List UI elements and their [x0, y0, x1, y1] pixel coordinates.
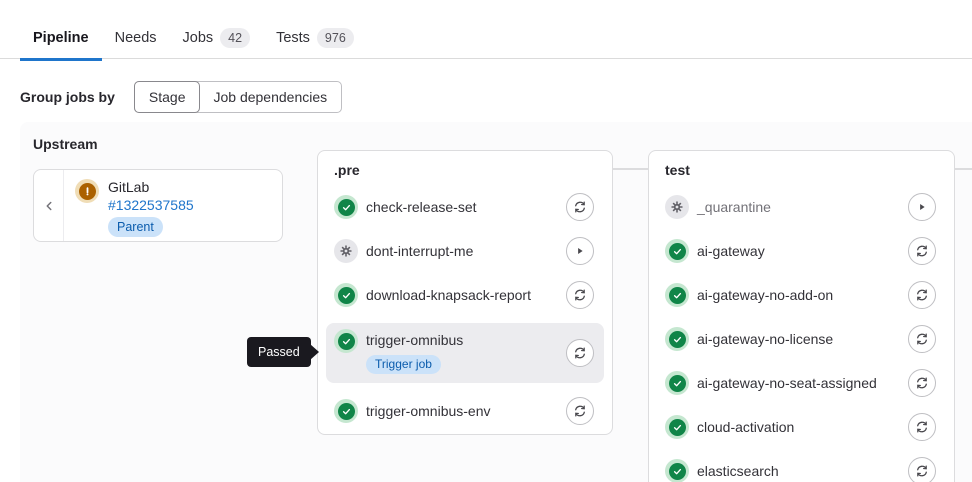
job-name-link[interactable]: check-release-set	[366, 197, 477, 217]
manual-status-icon	[334, 239, 358, 263]
retry-job-button[interactable]	[566, 193, 594, 221]
job-name-link[interactable]: ai-gateway	[697, 241, 765, 261]
job-name-link[interactable]: cloud-activation	[697, 417, 794, 437]
success-status-icon	[665, 283, 689, 307]
retry-job-button[interactable]	[908, 325, 936, 353]
retry-job-button[interactable]	[566, 281, 594, 309]
upstream-pipeline-link[interactable]: #1322537585	[108, 196, 194, 214]
job-name-link[interactable]: trigger-omnibus	[366, 330, 463, 350]
job-row-trigger-omnibus-env[interactable]: trigger-omnibus-env	[326, 395, 604, 427]
tooltip-text: Passed	[258, 345, 300, 359]
retry-job-button[interactable]	[908, 369, 936, 397]
retry-job-button[interactable]	[908, 457, 936, 482]
warning-status-icon	[75, 179, 99, 203]
success-status-icon	[665, 239, 689, 263]
job-name-link[interactable]: trigger-omnibus-env	[366, 401, 491, 421]
job-name-link[interactable]: _quarantine	[697, 197, 771, 217]
manual-status-icon	[665, 195, 689, 219]
success-status-icon	[665, 371, 689, 395]
retry-job-button[interactable]	[908, 281, 936, 309]
parent-badge: Parent	[108, 217, 163, 237]
job-row-ai-gateway-no-license[interactable]: ai-gateway-no-license	[657, 323, 946, 355]
tab-pipeline[interactable]: Pipeline	[20, 18, 102, 61]
job-row-cloud-activation[interactable]: cloud-activation	[657, 411, 946, 443]
tests-count-badge: 976	[317, 28, 354, 48]
upstream-section-title: Upstream	[33, 136, 98, 152]
play-job-button[interactable]	[566, 237, 594, 265]
job-row-dont-interrupt-me[interactable]: dont-interrupt-me	[326, 235, 604, 267]
retry-job-button[interactable]	[908, 237, 936, 265]
upstream-project-name: GitLab	[108, 179, 149, 195]
collapse-upstream-button[interactable]	[34, 170, 64, 241]
tab-needs[interactable]: Needs	[102, 18, 170, 61]
stage-connector-line	[613, 168, 648, 170]
group-by-dependencies-button[interactable]: Job dependencies	[199, 82, 341, 112]
group-by-segmented-control: Stage Job dependencies	[134, 81, 342, 113]
job-name-link[interactable]: elasticsearch	[697, 461, 779, 481]
stage-column-test: test _quarantine ai-gateway ai-gateway-no-…	[648, 150, 955, 482]
success-status-icon	[334, 195, 358, 219]
success-status-icon	[334, 329, 358, 353]
pipeline-tabs: Pipeline Needs Jobs 42 Tests 976	[20, 18, 367, 61]
retry-job-button[interactable]	[908, 413, 936, 441]
stage-column-pre: .pre check-release-set dont-interrupt-me d…	[317, 150, 613, 435]
job-name-link[interactable]: dont-interrupt-me	[366, 241, 473, 261]
job-name-link[interactable]: ai-gateway-no-license	[697, 329, 833, 349]
upstream-pipeline-card: GitLab #1322537585 Parent	[33, 169, 283, 242]
job-name-link[interactable]: ai-gateway-no-seat-assigned	[697, 373, 877, 393]
job-row-check-release-set[interactable]: check-release-set	[326, 191, 604, 223]
job-name-link[interactable]: download-knapsack-report	[366, 285, 531, 305]
job-row-elasticsearch[interactable]: elasticsearch	[657, 455, 946, 482]
group-jobs-row: Group jobs by Stage Job dependencies	[20, 80, 342, 114]
retry-job-button[interactable]	[566, 339, 594, 367]
tab-jobs[interactable]: Jobs 42	[170, 18, 264, 61]
play-job-button[interactable]	[908, 193, 936, 221]
tab-tests[interactable]: Tests 976	[263, 18, 367, 61]
job-status-tooltip: Passed	[247, 337, 311, 367]
job-name-link[interactable]: ai-gateway-no-add-on	[697, 285, 833, 305]
job-row-download-knapsack-report[interactable]: download-knapsack-report	[326, 279, 604, 311]
chevron-left-icon	[42, 199, 56, 213]
success-status-icon	[665, 327, 689, 351]
success-status-icon	[334, 283, 358, 307]
stage-title: test	[649, 151, 954, 179]
jobs-count-badge: 42	[220, 28, 250, 48]
stage-connector-line	[955, 168, 972, 170]
success-status-icon	[665, 415, 689, 439]
group-by-stage-button[interactable]: Stage	[134, 81, 201, 113]
job-row-trigger-omnibus[interactable]: trigger-omnibus Trigger job	[326, 323, 604, 383]
stage-title: .pre	[318, 151, 612, 179]
job-row-ai-gateway[interactable]: ai-gateway	[657, 235, 946, 267]
tab-pipeline-label: Pipeline	[33, 30, 89, 46]
tab-tests-label: Tests	[276, 30, 310, 46]
trigger-job-badge: Trigger job	[366, 355, 441, 374]
tab-needs-label: Needs	[115, 30, 157, 46]
group-jobs-label: Group jobs by	[20, 89, 115, 105]
job-row-_quarantine[interactable]: _quarantine	[657, 191, 946, 223]
retry-job-button[interactable]	[566, 397, 594, 425]
job-row-ai-gateway-no-add-on[interactable]: ai-gateway-no-add-on	[657, 279, 946, 311]
pipeline-graph: Upstream GitLab #1322537585 Parent	[20, 122, 972, 482]
job-row-ai-gateway-no-seat-assigned[interactable]: ai-gateway-no-seat-assigned	[657, 367, 946, 399]
pipeline-page: Pipeline Needs Jobs 42 Tests 976 Group j…	[0, 0, 972, 482]
success-status-icon	[665, 459, 689, 482]
success-status-icon	[334, 399, 358, 423]
tab-jobs-label: Jobs	[183, 30, 214, 46]
